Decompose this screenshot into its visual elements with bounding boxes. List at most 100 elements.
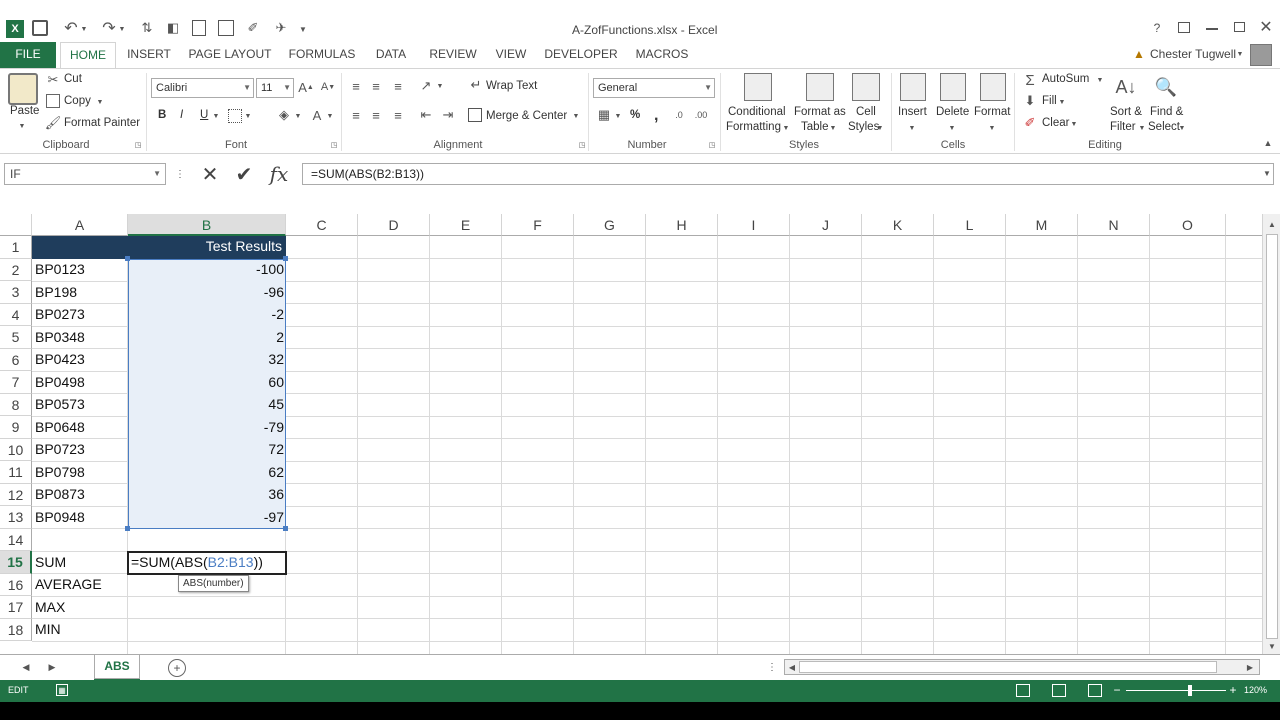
cell-b12[interactable]: 36 [130, 486, 284, 502]
preview-icon[interactable] [192, 20, 206, 36]
pin-icon[interactable]: ✈ [272, 18, 290, 38]
tab-page-layout[interactable]: PAGE LAYOUT [184, 42, 276, 68]
row-header-15[interactable]: 15 [0, 551, 32, 574]
autosum-icon[interactable]: Σ [1022, 71, 1038, 89]
clipboard-launcher-icon[interactable]: ◳ [134, 141, 142, 149]
scroll-left-icon[interactable]: ◀ [787, 661, 797, 673]
cell-b15-editor[interactable]: =SUM(ABS(B2:B13)) [131, 554, 285, 570]
row-header-13[interactable]: 13 [0, 506, 32, 529]
cancel-icon[interactable]: ✕ [198, 162, 222, 186]
page-layout-view-icon[interactable] [1052, 684, 1066, 697]
cell-b4[interactable]: -2 [130, 306, 284, 322]
fill-dropdown-icon[interactable]: ▼ [1058, 97, 1066, 107]
orientation-icon[interactable]: ↗ [418, 78, 434, 94]
clear-button[interactable]: Clear [1042, 117, 1069, 129]
paste-button[interactable]: Paste [10, 105, 39, 117]
increase-font-icon[interactable]: A ▲ [298, 78, 314, 96]
row-header-2[interactable]: 2 [0, 259, 32, 281]
row-header-7[interactable]: 7 [0, 371, 32, 394]
wrap-text-icon[interactable]: ↵ [468, 77, 484, 93]
row-header-18[interactable]: 18 [0, 619, 32, 641]
redo-dropdown-icon[interactable]: ▼ [118, 22, 126, 36]
font-color-dropdown-icon[interactable]: ▼ [326, 111, 334, 121]
cell-b6[interactable]: 32 [130, 351, 284, 367]
zoom-in-icon[interactable]: + [1228, 683, 1238, 697]
bottom-align-icon[interactable]: ≡ [390, 78, 406, 94]
merge-dropdown-icon[interactable]: ▼ [572, 111, 580, 121]
find-select-label[interactable]: Find & [1150, 106, 1183, 118]
prev-sheet-icon[interactable]: ◀ [20, 659, 32, 675]
help-icon[interactable]: ? [1150, 20, 1164, 36]
cell-a2[interactable]: BP0123 [35, 261, 85, 277]
format-as-table-icon[interactable] [806, 73, 834, 101]
conditional-formatting-label-2[interactable]: Formatting [726, 121, 781, 133]
cell-a15[interactable]: SUM [35, 554, 66, 570]
cell-a17[interactable]: MAX [35, 599, 65, 615]
next-sheet-icon[interactable]: ▶ [46, 659, 58, 675]
cell-styles-label-2[interactable]: Styles [848, 121, 879, 133]
delete-cells-button[interactable]: Delete [936, 106, 969, 118]
restore-icon[interactable] [1234, 22, 1245, 32]
cell-b11[interactable]: 62 [130, 464, 284, 480]
sort-filter-icon[interactable]: A↓ [1112, 73, 1140, 101]
number-format-combo[interactable]: General ▼ [593, 78, 715, 98]
align-center-icon[interactable]: ≡ [368, 107, 384, 123]
camera-icon[interactable]: ◧ [164, 18, 182, 38]
row-header-11[interactable]: 11 [0, 461, 32, 484]
row-header-17[interactable]: 17 [0, 596, 32, 619]
row-header-12[interactable]: 12 [0, 484, 32, 506]
sort-ascending-icon[interactable]: ⇅ [138, 18, 156, 38]
row-header-1[interactable]: 1 [0, 236, 32, 259]
accounting-dropdown-icon[interactable]: ▼ [614, 111, 622, 121]
clear-dropdown-icon[interactable]: ▼ [1070, 119, 1078, 129]
cell-a6[interactable]: BP0423 [35, 351, 85, 367]
sort-filter-label-2[interactable]: Filter [1110, 121, 1136, 133]
cut-icon[interactable]: ✂ [46, 72, 60, 88]
accounting-icon[interactable]: ▦ [596, 107, 612, 123]
format-painter-button[interactable]: Format Painter [64, 117, 140, 129]
decrease-font-icon[interactable]: A ▼ [320, 78, 336, 96]
cell-b10[interactable]: 72 [130, 441, 284, 457]
column-header-b[interactable]: B [128, 214, 286, 236]
decrease-indent-icon[interactable]: ⇤ [418, 107, 434, 123]
alignment-launcher-icon[interactable]: ◳ [578, 141, 586, 149]
align-right-icon[interactable]: ≡ [390, 107, 406, 123]
cell-a16[interactable]: AVERAGE [35, 576, 102, 592]
format-painter-icon[interactable]: 🖌 [45, 115, 62, 131]
row-header-9[interactable]: 9 [0, 416, 32, 439]
conditional-dropdown-icon[interactable]: ▼ [782, 123, 790, 133]
row-header-3[interactable]: 3 [0, 281, 32, 304]
find-select-label-2[interactable]: Select [1148, 121, 1180, 133]
zoom-level[interactable]: 120% [1244, 685, 1267, 695]
scroll-up-icon[interactable]: ▲ [1266, 218, 1278, 230]
cell-a7[interactable]: BP0498 [35, 374, 85, 390]
font-size-combo[interactable]: 11 ▼ [256, 78, 294, 98]
collapse-ribbon-icon[interactable]: ▲ [1262, 137, 1274, 149]
tab-insert[interactable]: INSERT [120, 42, 178, 68]
insert-cells-icon[interactable] [900, 73, 926, 101]
wrap-text-button[interactable]: Wrap Text [486, 80, 537, 92]
comma-button[interactable]: , [654, 107, 658, 125]
redo-icon[interactable]: ↷ [100, 18, 118, 38]
orientation-dropdown-icon[interactable]: ▼ [436, 81, 444, 91]
formula-input[interactable]: =SUM(ABS(B2:B13)) [302, 163, 1274, 185]
cell-a8[interactable]: BP0573 [35, 396, 85, 412]
increase-decimal-icon[interactable]: .0 [670, 107, 688, 123]
cell-styles-dropdown-icon[interactable]: ▼ [876, 123, 884, 133]
user-name[interactable]: Chester Tugwell [1150, 47, 1236, 61]
copy-icon[interactable] [46, 94, 60, 108]
tab-view[interactable]: VIEW [490, 42, 532, 68]
ribbon-display-icon[interactable] [1178, 22, 1190, 33]
row-header-6[interactable]: 6 [0, 349, 32, 371]
range-handle[interactable] [283, 526, 288, 531]
column-header-h[interactable]: H [646, 214, 718, 236]
fill-button[interactable]: Fill [1042, 95, 1057, 107]
tab-review[interactable]: REVIEW [424, 42, 482, 68]
autosum-button[interactable]: AutoSum [1042, 73, 1089, 85]
cell-a4[interactable]: BP0273 [35, 306, 85, 322]
worksheet-grid[interactable]: A B C D E F G H I J K L M N O 1 2 3 4 5 … [0, 214, 1262, 654]
font-color-icon[interactable]: A [310, 107, 324, 123]
column-header-l[interactable]: L [934, 214, 1006, 236]
row-header-8[interactable]: 8 [0, 394, 32, 416]
column-header-e[interactable]: E [430, 214, 502, 236]
